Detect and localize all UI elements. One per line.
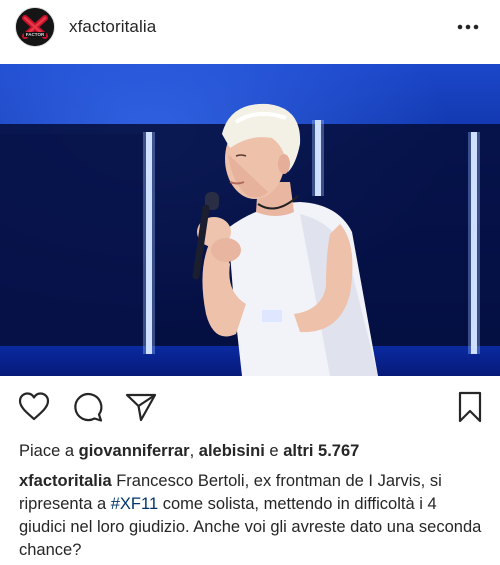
likes-count-link[interactable]: altri 5.767 xyxy=(283,442,359,460)
post-actions xyxy=(0,390,500,426)
post-photo[interactable] xyxy=(0,64,500,376)
avatar[interactable]: FACTOR xyxy=(15,7,55,47)
svg-text:FACTOR: FACTOR xyxy=(26,32,45,37)
post-username[interactable]: xfactoritalia xyxy=(69,17,156,37)
likes-prefix: Piace a xyxy=(19,442,75,460)
comment-icon[interactable] xyxy=(71,390,105,424)
caption-username[interactable]: xfactoritalia xyxy=(19,472,112,490)
x-factor-logo-icon: FACTOR xyxy=(16,8,54,46)
post-caption: xfactoritalia Francesco Bertoli, ex fron… xyxy=(19,470,484,562)
likes-separator: , xyxy=(189,442,195,460)
hashtag-link[interactable]: #XF11 xyxy=(111,495,158,513)
post-header: FACTOR xfactoritalia xyxy=(0,0,500,57)
likes-conjunction: e xyxy=(269,442,279,460)
bookmark-icon[interactable] xyxy=(455,390,489,424)
share-icon[interactable] xyxy=(124,390,158,424)
stage-singer-image xyxy=(0,64,500,376)
liker-link[interactable]: alebisini xyxy=(199,442,265,460)
likes-summary: Piace a giovanniferrar, alebisini e altr… xyxy=(19,440,359,462)
heart-icon[interactable] xyxy=(17,390,51,424)
instagram-post: FACTOR xfactoritalia Piace a giovannifer… xyxy=(0,0,500,565)
more-horizontal-icon[interactable] xyxy=(456,16,480,38)
liker-link[interactable]: giovanniferrar xyxy=(79,442,190,460)
